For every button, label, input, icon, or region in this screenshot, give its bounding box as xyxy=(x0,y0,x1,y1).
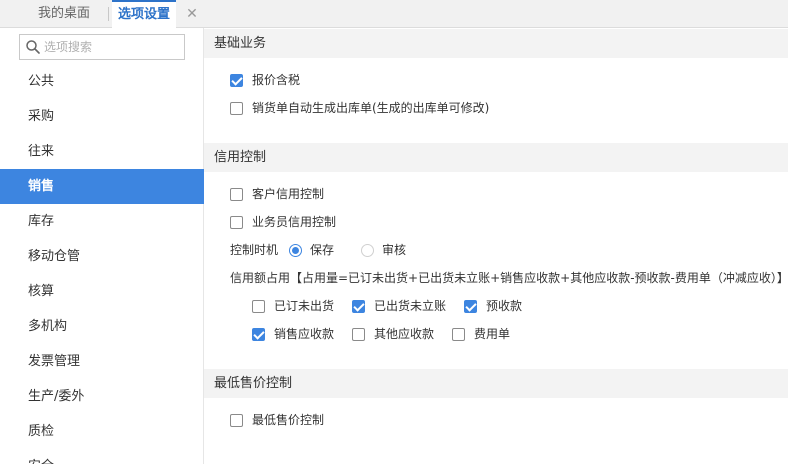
prepayment-checkbox[interactable] xyxy=(464,299,477,313)
sidebar-item-sales[interactable]: 销售 xyxy=(0,169,204,204)
tab-divider xyxy=(108,7,109,21)
shipped-unbilled-checkbox[interactable] xyxy=(352,299,365,313)
timing-save-radio[interactable] xyxy=(289,243,303,257)
sidebar-item-purchase[interactable]: 采购 xyxy=(0,99,204,134)
sidebar-item-invoice[interactable]: 发票管理 xyxy=(0,344,204,379)
sidebar-item-accounting[interactable]: 核算 xyxy=(0,274,204,309)
option-salesperson-credit[interactable]: 业务员信用控制 xyxy=(230,212,336,232)
control-timing-label: 控制时机 xyxy=(230,243,279,257)
usage-expense-bill[interactable]: 费用单 xyxy=(452,324,510,344)
sales-receivable-checkbox[interactable] xyxy=(252,327,265,341)
usage-shipped-unbilled[interactable]: 已出货未立账 xyxy=(352,296,446,316)
option-customer-credit[interactable]: 客户信用控制 xyxy=(230,184,324,204)
sidebar-item-mobile-warehouse[interactable]: 移动仓管 xyxy=(0,239,204,274)
credit-usage-label: 信用额占用【占用量=已订未出货+已出货未立账+销售应收款+其他应收款-预收款-费… xyxy=(230,271,788,285)
auto-outbound-label: 销货单自动生成出库单(生成的出库单可修改) xyxy=(252,101,490,115)
auto-outbound-checkbox[interactable] xyxy=(230,101,243,115)
customer-credit-checkbox[interactable] xyxy=(230,187,243,201)
timing-review-label: 审核 xyxy=(382,243,407,257)
sidebar-item-production[interactable]: 生产/委外 xyxy=(0,379,204,414)
quote-tax-checkbox[interactable] xyxy=(230,73,243,87)
control-timing-row: 控制时机 保存 审核 xyxy=(230,240,406,260)
shipped-unbilled-label: 已出货未立账 xyxy=(374,299,447,313)
search-icon xyxy=(26,40,40,54)
prepayment-label: 预收款 xyxy=(486,299,523,313)
search-input[interactable] xyxy=(44,36,182,58)
sales-receivable-label: 销售应收款 xyxy=(274,327,335,341)
credit-usage-row: 信用额占用【占用量=已订未出货+已出货未立账+销售应收款+其他应收款-预收款-费… xyxy=(230,268,788,288)
sidebar: 公共 采购 往来 销售 库存 移动仓管 核算 多机构 发票管理 生产/委外 质检… xyxy=(0,28,204,464)
salesperson-credit-label: 业务员信用控制 xyxy=(252,215,337,229)
min-price-checkbox[interactable] xyxy=(230,413,243,427)
section-title-min-price: 最低售价控制 xyxy=(204,369,788,398)
tab-bar: 我的桌面 选项设置 ✕ xyxy=(0,0,788,29)
timing-save-label: 保存 xyxy=(310,243,335,257)
usage-ordered-unshipped[interactable]: 已订未出货 xyxy=(252,296,334,316)
search-box xyxy=(19,34,185,60)
min-price-label: 最低售价控制 xyxy=(252,413,325,427)
expense-bill-checkbox[interactable] xyxy=(452,327,465,341)
sidebar-item-security[interactable]: 安全 xyxy=(0,449,204,464)
usage-sales-receivable[interactable]: 销售应收款 xyxy=(252,324,334,344)
usage-prepayment[interactable]: 预收款 xyxy=(464,296,522,316)
tab-options-settings[interactable]: 选项设置 xyxy=(112,0,177,29)
ordered-unshipped-label: 已订未出货 xyxy=(274,299,335,313)
sidebar-item-public[interactable]: 公共 xyxy=(0,64,204,99)
sidebar-item-quality[interactable]: 质检 xyxy=(0,414,204,449)
expense-bill-label: 费用单 xyxy=(474,327,511,341)
sidebar-item-contacts[interactable]: 往来 xyxy=(0,134,204,169)
section-title-credit: 信用控制 xyxy=(204,143,788,172)
salesperson-credit-checkbox[interactable] xyxy=(230,215,243,229)
ordered-unshipped-checkbox[interactable] xyxy=(252,299,265,313)
section-title-basic: 基础业务 xyxy=(204,29,788,58)
quote-tax-label: 报价含税 xyxy=(252,73,301,87)
option-min-price[interactable]: 最低售价控制 xyxy=(230,410,324,430)
sidebar-item-multi-org[interactable]: 多机构 xyxy=(0,309,204,344)
close-icon[interactable]: ✕ xyxy=(186,5,198,23)
timing-review-radio[interactable] xyxy=(361,243,375,257)
options-panel: 基础业务 报价含税 销货单自动生成出库单(生成的出库单可修改) 信用控制 客户信… xyxy=(204,28,788,464)
customer-credit-label: 客户信用控制 xyxy=(252,187,325,201)
sidebar-item-inventory[interactable]: 库存 xyxy=(0,204,204,239)
usage-other-receivable[interactable]: 其他应收款 xyxy=(352,324,434,344)
other-receivable-label: 其他应收款 xyxy=(374,327,435,341)
option-quote-tax[interactable]: 报价含税 xyxy=(230,70,300,90)
sidebar-nav: 公共 采购 往来 销售 库存 移动仓管 核算 多机构 发票管理 生产/委外 质检… xyxy=(0,64,204,464)
option-auto-outbound[interactable]: 销货单自动生成出库单(生成的出库单可修改) xyxy=(230,98,489,118)
tab-my-desktop[interactable]: 我的桌面 xyxy=(38,0,90,28)
other-receivable-checkbox[interactable] xyxy=(352,327,365,341)
